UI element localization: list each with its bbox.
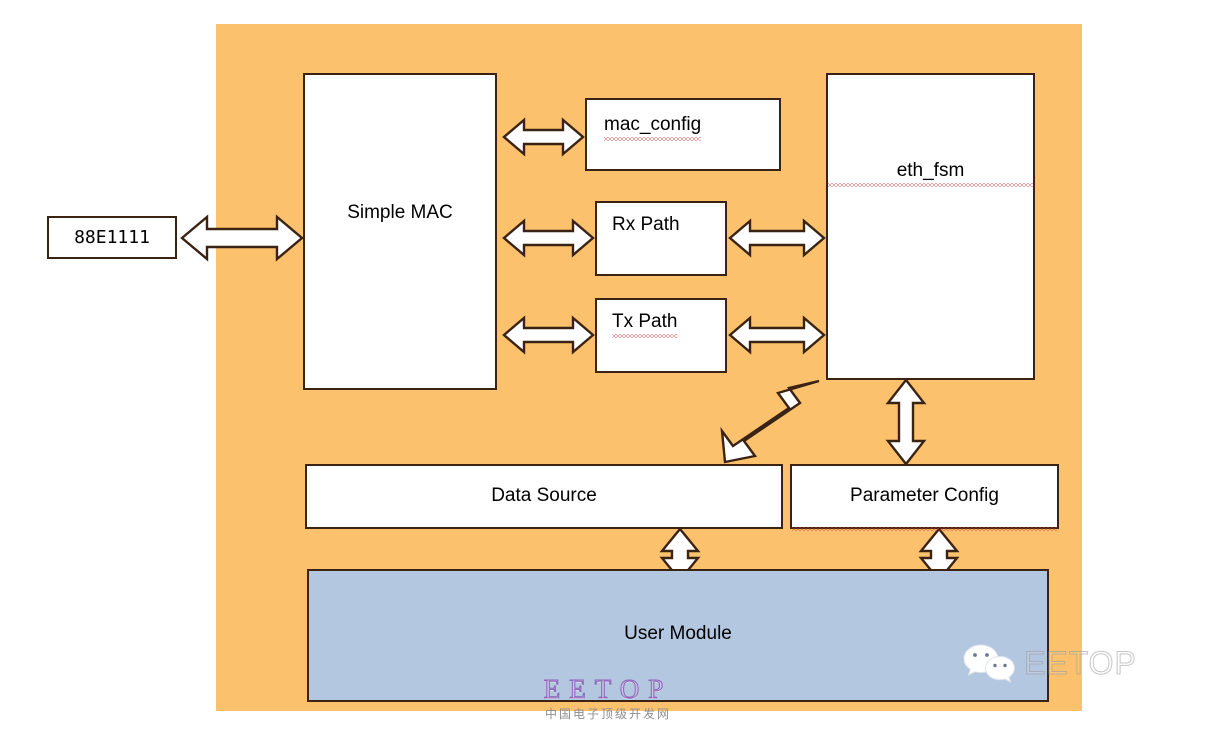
block-data-source[interactable]: Data Source <box>305 464 783 529</box>
block-eth-fsm[interactable]: eth_fsm <box>826 73 1035 380</box>
block-88e1111-label: 88E1111 <box>74 226 150 248</box>
block-data-source-label: Data Source <box>491 485 597 507</box>
block-simple-mac-label: Simple MAC <box>347 202 453 223</box>
diagram-canvas: 88E1111 Simple MAC mac_config Rx Path Tx… <box>0 0 1216 729</box>
block-parameter-config-label: Parameter Config <box>850 485 999 507</box>
block-user-module-label: User Module <box>624 623 732 644</box>
block-rx-path[interactable]: Rx Path <box>595 201 727 276</box>
block-mac-config[interactable]: mac_config <box>585 98 781 171</box>
block-88e1111[interactable]: 88E1111 <box>47 216 177 259</box>
block-simple-mac[interactable]: Simple MAC <box>303 73 497 390</box>
block-tx-path-label: Tx Path <box>612 311 678 338</box>
block-parameter-config[interactable]: Parameter Config <box>790 464 1059 529</box>
block-tx-path[interactable]: Tx Path <box>595 298 727 373</box>
block-mac-config-label: mac_config <box>604 114 702 141</box>
block-user-module[interactable]: User Module <box>307 569 1049 702</box>
block-eth-fsm-label: eth_fsm <box>828 160 1033 187</box>
block-rx-path-label: Rx Path <box>612 214 680 235</box>
